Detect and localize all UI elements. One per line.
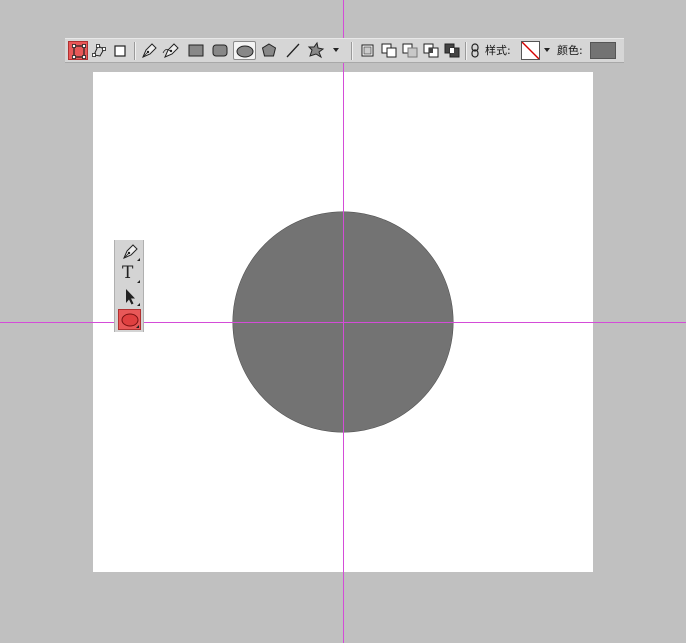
custom-shape-tool-icon [307, 41, 325, 59]
ellipse-tool-button[interactable] [118, 309, 141, 330]
add-to-shape-area-button[interactable] [379, 41, 399, 60]
subtract-from-shape-area-icon [402, 43, 418, 58]
pen-tool-button[interactable] [139, 41, 159, 60]
path-selection-button[interactable] [118, 286, 141, 307]
rectangle-tool-button[interactable] [186, 41, 206, 60]
style-label: 样式: [485, 44, 511, 57]
tool-flyout-indicator [137, 280, 140, 283]
create-new-shape-layer-button[interactable] [358, 41, 378, 60]
ellipse-tool-button[interactable] [233, 41, 256, 60]
pen-tool-button[interactable] [118, 241, 141, 262]
freeform-pen-icon [162, 43, 179, 58]
fill-pixels-icon [114, 45, 126, 57]
horizontal-guide[interactable] [0, 322, 686, 323]
create-new-shape-layer-icon [361, 44, 374, 57]
intersect-shape-areas-button[interactable] [421, 41, 441, 60]
pen-tool-icon [142, 43, 157, 58]
paths-button[interactable] [89, 41, 109, 60]
floating-tool-panel: T [114, 240, 144, 332]
tool-flyout-indicator [136, 325, 139, 328]
custom-shape-dropdown-icon[interactable] [333, 48, 339, 52]
type-tool-button[interactable]: T [118, 263, 141, 284]
polygon-tool-button[interactable] [259, 41, 279, 60]
polygon-tool-icon [261, 43, 277, 57]
link-layer-button[interactable] [468, 41, 482, 60]
rounded-rectangle-tool-button[interactable] [210, 41, 230, 60]
line-tool-button[interactable] [283, 41, 303, 60]
fill-pixels-button[interactable] [110, 41, 130, 60]
add-to-shape-area-icon [381, 43, 397, 58]
options-separator [134, 42, 136, 60]
color-label: 颜色: [557, 44, 583, 57]
ellipse-tool-icon [236, 45, 254, 58]
shape-layers-icon [72, 44, 86, 59]
rounded-rectangle-tool-icon [212, 44, 228, 57]
freeform-pen-button[interactable] [161, 41, 181, 60]
no-style-icon [522, 42, 539, 59]
line-tool-icon [286, 43, 300, 58]
tool-options-bar: 样式: 颜色: [65, 38, 624, 63]
tool-flyout-indicator [137, 303, 140, 306]
options-separator [465, 42, 467, 60]
rectangle-tool-icon [188, 44, 204, 57]
intersect-shape-areas-icon [423, 43, 439, 58]
options-separator [351, 42, 353, 60]
color-swatch[interactable] [590, 42, 616, 59]
tool-flyout-indicator [137, 258, 140, 261]
link-layer-icon [471, 43, 479, 58]
type-tool-icon: T [122, 263, 134, 283]
exclude-overlapping-areas-button[interactable] [442, 41, 462, 60]
subtract-from-shape-area-button[interactable] [400, 41, 420, 60]
shape-layers-button[interactable] [68, 41, 88, 60]
paths-icon [92, 44, 106, 57]
style-dropdown-icon[interactable] [544, 48, 550, 52]
exclude-overlapping-areas-icon [444, 43, 460, 58]
custom-shape-tool-button[interactable] [306, 41, 326, 60]
style-picker[interactable] [521, 41, 540, 60]
